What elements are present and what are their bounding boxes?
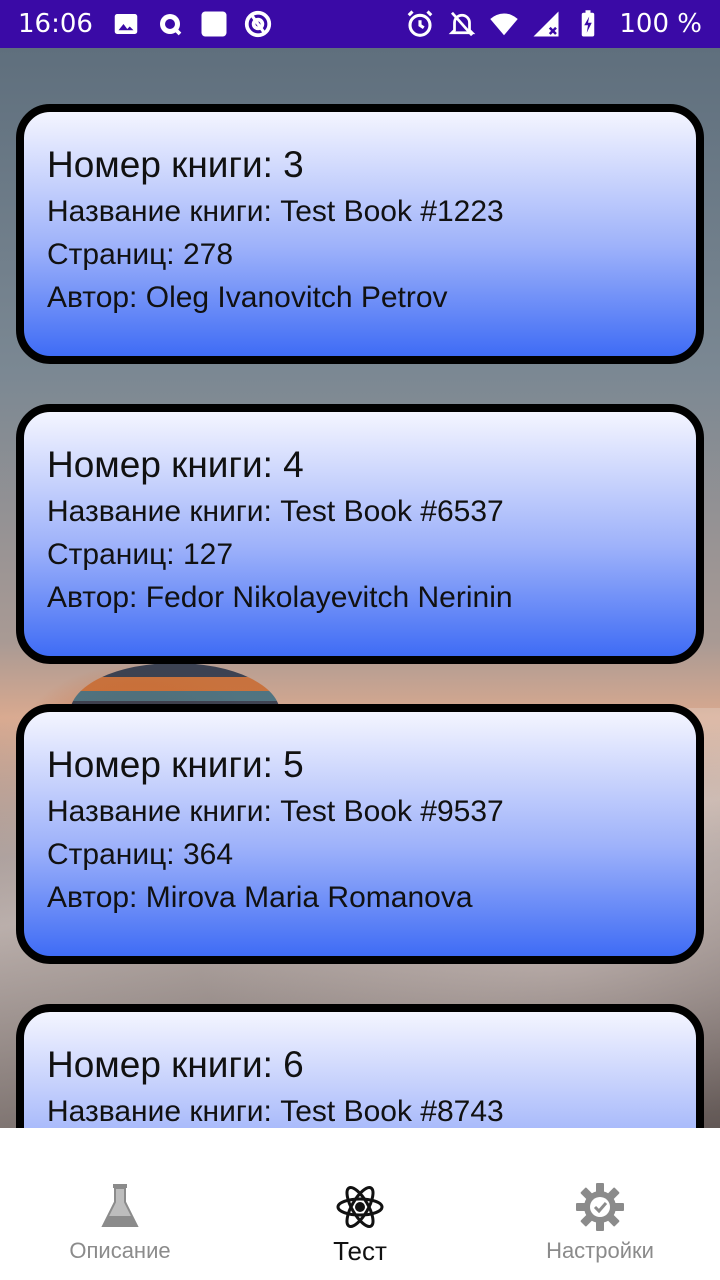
book-title: Название книги: Test Book #6537 xyxy=(47,495,504,528)
status-time: 16:06 xyxy=(18,9,93,39)
book-card[interactable]: Номер книги: 4 Название книги: Test Book… xyxy=(16,404,704,664)
book-card[interactable]: Номер книги: 6 Название книги: Test Book… xyxy=(16,1004,704,1128)
atom-icon xyxy=(336,1186,384,1228)
book-number: Номер книги: 6 xyxy=(47,1044,304,1085)
book-title: Название книги: Test Book #1223 xyxy=(47,195,504,228)
nav-item-settings[interactable]: Настройки xyxy=(480,1168,720,1280)
at-sign-icon xyxy=(244,10,272,38)
nav-label: Тест xyxy=(333,1236,387,1266)
book-author: Автор: Mirova Maria Romanova xyxy=(47,881,473,914)
book-number: Номер книги: 4 xyxy=(47,444,304,485)
battery-percentage: 100 % xyxy=(619,9,702,39)
nav-label: Настройки xyxy=(546,1238,654,1263)
bottom-navigation: Описание Тест Настройки xyxy=(0,1168,720,1280)
square-notification-icon xyxy=(201,11,227,37)
book-title: Название книги: Test Book #8743 xyxy=(47,1095,504,1128)
gear-check-icon xyxy=(576,1183,624,1231)
book-pages: Страниц: 127 xyxy=(47,538,234,571)
book-number: Номер книги: 3 xyxy=(47,144,304,185)
book-title: Название книги: Test Book #9537 xyxy=(47,795,504,828)
book-pages: Страниц: 278 xyxy=(47,238,234,271)
book-author: Автор: Oleg Ivanovitch Petrov xyxy=(47,281,448,314)
status-bar: 16:06 100 % xyxy=(0,0,720,48)
book-number: Номер книги: 5 xyxy=(47,744,304,785)
book-card[interactable]: Номер книги: 3 Название книги: Test Book… xyxy=(16,104,704,364)
nav-label: Описание xyxy=(69,1238,171,1263)
notifications-off-icon xyxy=(449,11,476,37)
nav-item-description[interactable]: Описание xyxy=(0,1168,240,1280)
background-image: Номер книги: 3 Название книги: Test Book… xyxy=(0,48,720,1128)
book-author: Автор: Fedor Nikolayevitch Nerinin xyxy=(47,581,513,614)
battery-charging-icon xyxy=(582,10,595,37)
book-card[interactable]: Номер книги: 5 Название книги: Test Book… xyxy=(16,704,704,964)
alarm-icon xyxy=(408,10,433,37)
chat-icon xyxy=(159,14,182,36)
wifi-icon xyxy=(490,13,519,36)
nav-item-test[interactable]: Тест xyxy=(240,1168,480,1280)
flask-icon xyxy=(101,1184,139,1227)
cellular-signal-icon xyxy=(533,11,559,37)
image-icon xyxy=(114,14,138,34)
book-pages: Страниц: 364 xyxy=(47,838,234,871)
